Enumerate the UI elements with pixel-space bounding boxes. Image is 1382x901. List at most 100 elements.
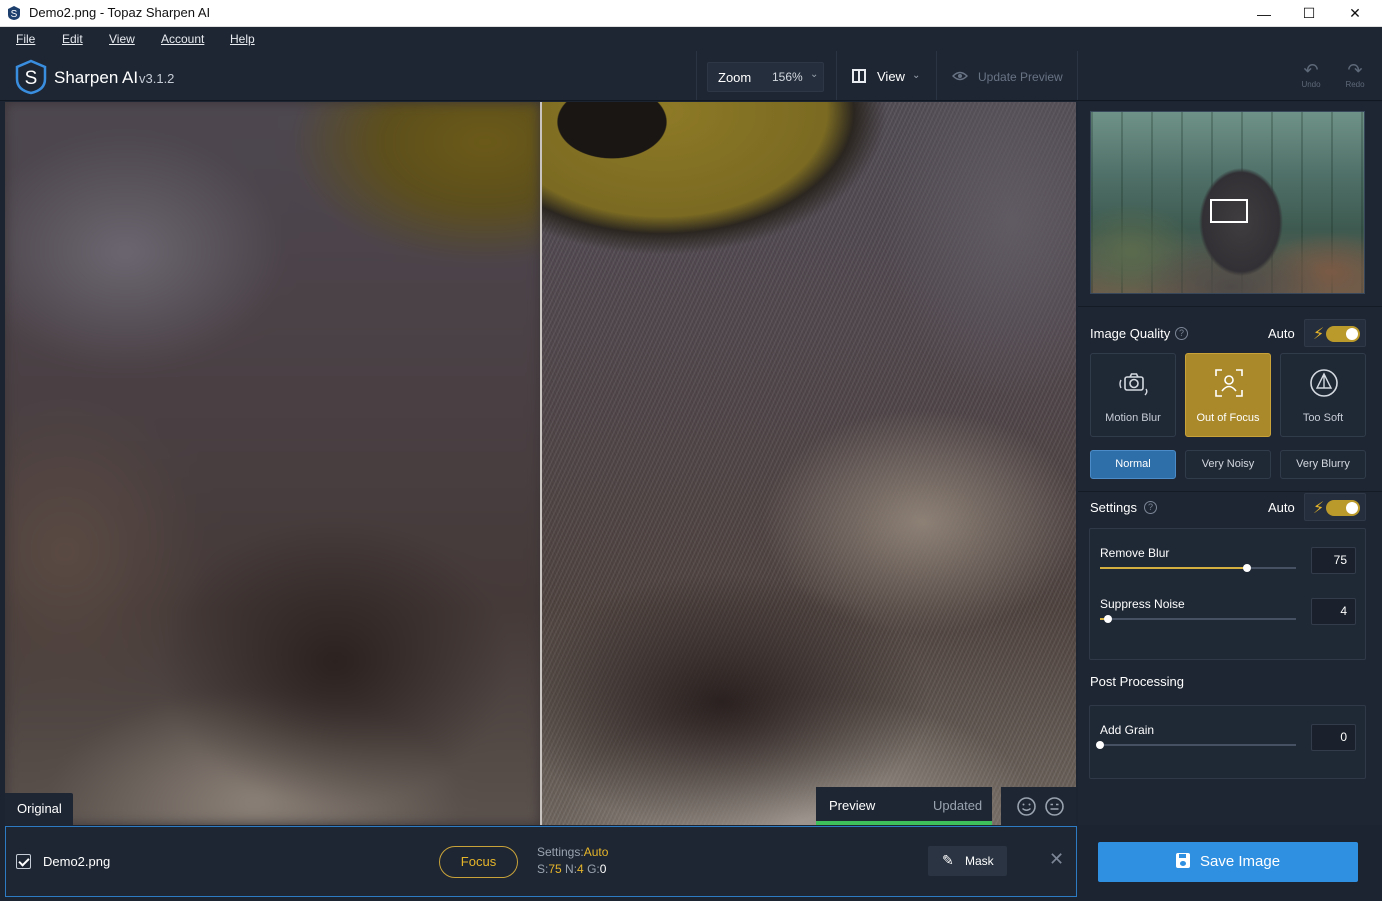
settings-summary: Settings:Auto <box>537 845 608 859</box>
slider-fill <box>1100 567 1247 569</box>
s-label: S: <box>537 862 549 876</box>
undo-label: Undo <box>1301 80 1321 89</box>
settings-mode: Auto <box>583 845 609 859</box>
menu-help[interactable]: Help <box>230 32 255 46</box>
slider-knob[interactable] <box>1243 564 1251 572</box>
toolbar-divider <box>1077 51 1078 100</box>
right-panel: Image Quality ? Auto ⚡ Motion Blur Out o… <box>1078 102 1382 825</box>
remove-blur-value[interactable]: 75 <box>1311 547 1356 574</box>
original-label: Original <box>17 801 62 816</box>
remove-blur-slider[interactable] <box>1100 564 1296 572</box>
file-checkbox[interactable] <box>16 854 31 869</box>
n-value: 4 <box>577 862 584 876</box>
noise-very-noisy-button[interactable]: Very Noisy <box>1185 450 1271 479</box>
noise-normal-button[interactable]: Normal <box>1090 450 1176 479</box>
redo-label: Redo <box>1345 80 1365 89</box>
split-view-icon <box>852 69 866 83</box>
app-name: Sharpen AI <box>54 68 139 87</box>
window-title: Demo2.png - Topaz Sharpen AI <box>29 5 211 20</box>
slider-knob[interactable] <box>1103 615 1112 623</box>
view-label: View <box>877 69 905 84</box>
add-grain-value[interactable]: 0 <box>1311 724 1356 751</box>
settings-values: S:75 N:4 G:0 <box>537 862 606 876</box>
suppress-noise-slider[interactable] <box>1100 615 1296 623</box>
redo-button[interactable]: ↷ Redo <box>1340 60 1370 96</box>
menu-account[interactable]: Account <box>161 32 204 46</box>
add-grain-slider[interactable] <box>1096 741 1296 749</box>
neutral-face-icon[interactable] <box>1045 797 1064 816</box>
mode-out-of-focus[interactable]: Out of Focus <box>1185 353 1271 437</box>
toolbar: S Sharpen AI v3.1.2 Zoom 156% ⌄ View ⌄ U… <box>0 51 1382 101</box>
file-name: Demo2.png <box>43 854 111 869</box>
post-processing-box: Add Grain 0 <box>1089 705 1366 779</box>
settings-auto-label: Auto <box>1268 500 1295 515</box>
toggle-switch[interactable] <box>1326 326 1360 342</box>
preview-label: Preview <box>829 798 876 813</box>
focus-mode-pill[interactable]: Focus <box>439 846 518 878</box>
navigator-viewport-rect[interactable] <box>1210 199 1248 223</box>
toolbar-divider <box>836 51 837 100</box>
s-value: 75 <box>548 862 562 876</box>
settings-title: Settings <box>1090 500 1137 515</box>
suppress-noise-label: Suppress Noise <box>1100 597 1185 611</box>
title-bar: S Demo2.png - Topaz Sharpen AI — ☐ ✕ <box>0 0 1382 27</box>
toolbar-divider <box>696 51 697 100</box>
n-label: N: <box>565 862 578 876</box>
update-preview-label: Update Preview <box>978 70 1063 84</box>
settings-prefix: Settings: <box>537 845 584 859</box>
panel-divider <box>1078 306 1382 307</box>
menu-edit[interactable]: Edit <box>62 32 83 46</box>
zoom-label: Zoom <box>718 70 752 85</box>
chevron-down-icon: ⌄ <box>912 70 921 81</box>
original-image <box>5 102 540 825</box>
settings-sliders-box: Remove Blur 75 Suppress Noise 4 <box>1089 528 1366 660</box>
app-version: v3.1.2 <box>139 71 175 86</box>
app-icon: S <box>8 6 20 20</box>
suppress-noise-value[interactable]: 4 <box>1311 598 1356 625</box>
minimize-button[interactable]: — <box>1241 0 1287 27</box>
mode-motion-blur[interactable]: Motion Blur <box>1090 353 1176 437</box>
maximize-button[interactable]: ☐ <box>1286 0 1332 27</box>
chevron-down-icon: ⌄ <box>810 69 819 80</box>
image-quality-auto-toggle[interactable]: ⚡ <box>1304 319 1366 347</box>
motion-blur-icon <box>1119 373 1148 396</box>
undo-button[interactable]: ↶ Undo <box>1296 60 1326 96</box>
svg-text:S: S <box>25 68 38 89</box>
file-card[interactable]: Demo2.png Focus Settings:Auto S:75 N:4 G… <box>5 826 1077 897</box>
brush-icon: ✎ <box>942 852 954 868</box>
close-window-button[interactable]: ✕ <box>1332 0 1378 27</box>
mask-button[interactable]: ✎ Mask <box>928 846 1007 876</box>
add-grain-label: Add Grain <box>1100 723 1155 737</box>
noise-very-blurry-button[interactable]: Very Blurry <box>1280 450 1366 479</box>
toolbar-divider <box>936 51 937 100</box>
mode-label: Out of Focus <box>1196 412 1260 424</box>
menu-file[interactable]: File <box>16 32 35 46</box>
help-icon[interactable]: ? <box>1144 501 1157 514</box>
navigator-thumbnail[interactable] <box>1090 111 1365 294</box>
sharpen-logo-icon: S <box>15 59 47 95</box>
preview-status-box: Preview Updated <box>816 787 992 825</box>
undo-icon: ↶ <box>1303 60 1319 80</box>
svg-text:S: S <box>11 9 18 20</box>
save-image-button[interactable]: Save Image <box>1098 842 1358 882</box>
preview-status: Updated <box>933 798 983 813</box>
close-icon[interactable]: ✕ <box>1049 849 1064 870</box>
save-icon <box>1176 853 1190 868</box>
remove-blur-label: Remove Blur <box>1100 546 1170 560</box>
help-icon[interactable]: ? <box>1175 327 1188 340</box>
slider-knob[interactable] <box>1096 741 1104 749</box>
panel-divider <box>1078 491 1382 492</box>
original-label-box: Original <box>5 793 73 825</box>
smile-face-icon[interactable] <box>1017 797 1036 816</box>
menu-view[interactable]: View <box>109 32 135 46</box>
split-divider-handle[interactable] <box>540 102 542 825</box>
preview-progress-bar <box>816 821 992 825</box>
toggle-switch[interactable] <box>1326 500 1360 516</box>
save-image-label: Save Image <box>1200 853 1281 870</box>
settings-auto-toggle[interactable]: ⚡ <box>1304 493 1366 521</box>
mode-too-soft[interactable]: Too Soft <box>1280 353 1366 437</box>
mask-label: Mask <box>965 854 994 868</box>
image-canvas[interactable]: Original Preview Updated <box>5 102 1076 825</box>
zoom-select[interactable]: Zoom 156% ⌄ <box>707 62 824 92</box>
too-soft-icon <box>1310 369 1338 397</box>
